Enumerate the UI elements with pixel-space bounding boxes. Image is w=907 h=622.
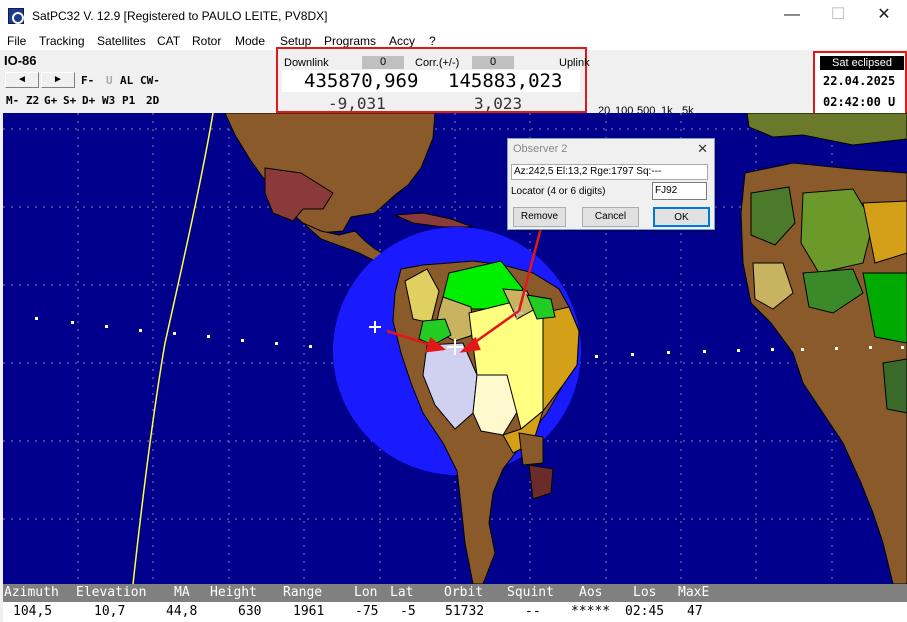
observer-info-field: Az:242,5 El:13,2 Rge:1797 Sq:--- <box>511 164 708 180</box>
window-title: SatPC32 V. 12.9 [Registered to PAULO LEI… <box>32 9 328 23</box>
menu-tracking[interactable]: Tracking <box>39 34 85 48</box>
menu-cat[interactable]: CAT <box>157 34 180 48</box>
downlink-doppler: -9,031 <box>328 94 386 113</box>
value-azimuth: 104,5 <box>13 604 53 619</box>
cuba-island <box>394 212 474 228</box>
downlink-label: Downlink <box>284 57 329 69</box>
uplink-frequency[interactable]: 145883,023 <box>448 70 562 92</box>
downlink-indicator[interactable]: 0 <box>362 56 404 69</box>
d-toggle[interactable]: D+ <box>82 94 95 107</box>
locator-input[interactable]: FJ92 <box>652 182 707 200</box>
remove-button[interactable]: Remove <box>513 207 566 227</box>
header-aos: Aos <box>579 585 603 600</box>
z2-toggle[interactable]: Z2 <box>26 94 39 107</box>
paraguay-region <box>518 432 544 466</box>
status-values-row: 104,5 10,7 44,8 630 1961 -75 -5 51732 --… <box>3 602 907 622</box>
cw-toggle[interactable]: CW- <box>140 74 160 87</box>
menu-programs[interactable]: Programs <box>324 34 376 48</box>
observer-dialog: Observer 2 ✕ Az:242,5 El:13,2 Rge:1797 S… <box>507 138 715 230</box>
s-toggle[interactable]: S+ <box>63 94 76 107</box>
header-maxe: MaxE <box>678 585 710 600</box>
menu-setup[interactable]: Setup <box>280 34 311 48</box>
dialog-title: Observer 2 <box>513 143 568 155</box>
ok-button[interactable]: OK <box>653 207 710 227</box>
value-range: 1961 <box>293 604 325 619</box>
europe-region <box>746 113 907 146</box>
correction-indicator[interactable]: 0 <box>472 56 514 69</box>
value-lat: -5 <box>400 604 416 619</box>
header-azimuth: Azimuth <box>4 585 59 600</box>
uplink-label: Uplink <box>559 57 590 69</box>
menu-satellites[interactable]: Satellites <box>97 34 146 48</box>
g-toggle[interactable]: G+ <box>44 94 57 107</box>
next-satellite-button[interactable]: ► <box>41 72 75 88</box>
header-ma: MA <box>174 585 190 600</box>
menu-help[interactable]: ? <box>429 34 436 48</box>
p1-toggle[interactable]: P1 <box>122 94 135 107</box>
header-orbit: Orbit <box>444 585 484 600</box>
locator-label: Locator (4 or 6 digits) <box>511 186 606 197</box>
value-ma: 44,8 <box>166 604 198 619</box>
cancel-button[interactable]: Cancel <box>582 207 639 227</box>
value-elevation: 10,7 <box>94 604 126 619</box>
dialog-close-icon[interactable]: ✕ <box>697 141 708 157</box>
uplink-toggle[interactable]: U <box>106 74 113 87</box>
app-icon <box>8 8 24 24</box>
w3-toggle[interactable]: W3 <box>102 94 115 107</box>
utc-time: 02:42:00 U <box>823 95 896 109</box>
minimize-button[interactable]: — <box>769 0 815 32</box>
2d-toggle[interactable]: 2D <box>146 94 159 107</box>
value-orbit: 51732 <box>445 604 485 619</box>
map-canvas <box>3 113 907 584</box>
value-height: 630 <box>238 604 262 619</box>
header-range: Range <box>283 585 323 600</box>
title-bar: SatPC32 V. 12.9 [Registered to PAULO LEI… <box>0 0 907 32</box>
value-squint: -- <box>525 604 541 619</box>
header-height: Height <box>210 585 257 600</box>
m-toggle[interactable]: M- <box>6 94 19 107</box>
value-maxe: 47 <box>687 604 703 619</box>
close-button[interactable]: ✕ <box>861 0 907 32</box>
alarm-toggle[interactable]: AL <box>120 74 133 87</box>
status-header-row: Azimuth Elevation MA Height Range Lon La… <box>3 584 907 602</box>
value-aos: ***** <box>571 604 611 619</box>
header-squint: Squint <box>507 585 554 600</box>
eclipse-panel: Sat eclipsed 22.04.2025 02:42:00 U <box>813 51 907 116</box>
value-los: 02:45 <box>625 604 665 619</box>
frequency-panel: Downlink 0 Corr.(+/-) 0 Uplink 435870,96… <box>276 47 590 113</box>
uruguay-region <box>528 464 554 500</box>
world-map[interactable] <box>3 113 907 584</box>
downlink-frequency[interactable]: 435870,969 <box>304 70 418 92</box>
fm-offset-toggle[interactable]: F- <box>81 74 94 87</box>
utc-date: 22.04.2025 <box>823 74 896 88</box>
header-lat: Lat <box>390 585 414 600</box>
uplink-doppler: 3,023 <box>474 94 523 113</box>
satellite-name[interactable]: IO-86 <box>4 53 37 68</box>
header-elevation: Elevation <box>76 585 147 600</box>
correction-label: Corr.(+/-) <box>415 57 460 69</box>
frequency-display: 435870,969 145883,023 <box>282 70 580 92</box>
prev-satellite-button[interactable]: ◄ <box>5 72 39 88</box>
header-lon: Lon <box>354 585 378 600</box>
menu-file[interactable]: File <box>7 34 26 48</box>
menu-accy[interactable]: Accy <box>389 34 415 48</box>
ground-track-line <box>132 113 214 584</box>
eclipse-status: Sat eclipsed <box>820 56 904 70</box>
maximize-button[interactable]: ☐ <box>815 0 861 32</box>
value-lon: -75 <box>355 604 379 619</box>
header-los: Los <box>633 585 657 600</box>
menu-rotor[interactable]: Rotor <box>192 34 221 48</box>
congo-region <box>882 358 907 414</box>
menu-mode[interactable]: Mode <box>235 34 265 48</box>
